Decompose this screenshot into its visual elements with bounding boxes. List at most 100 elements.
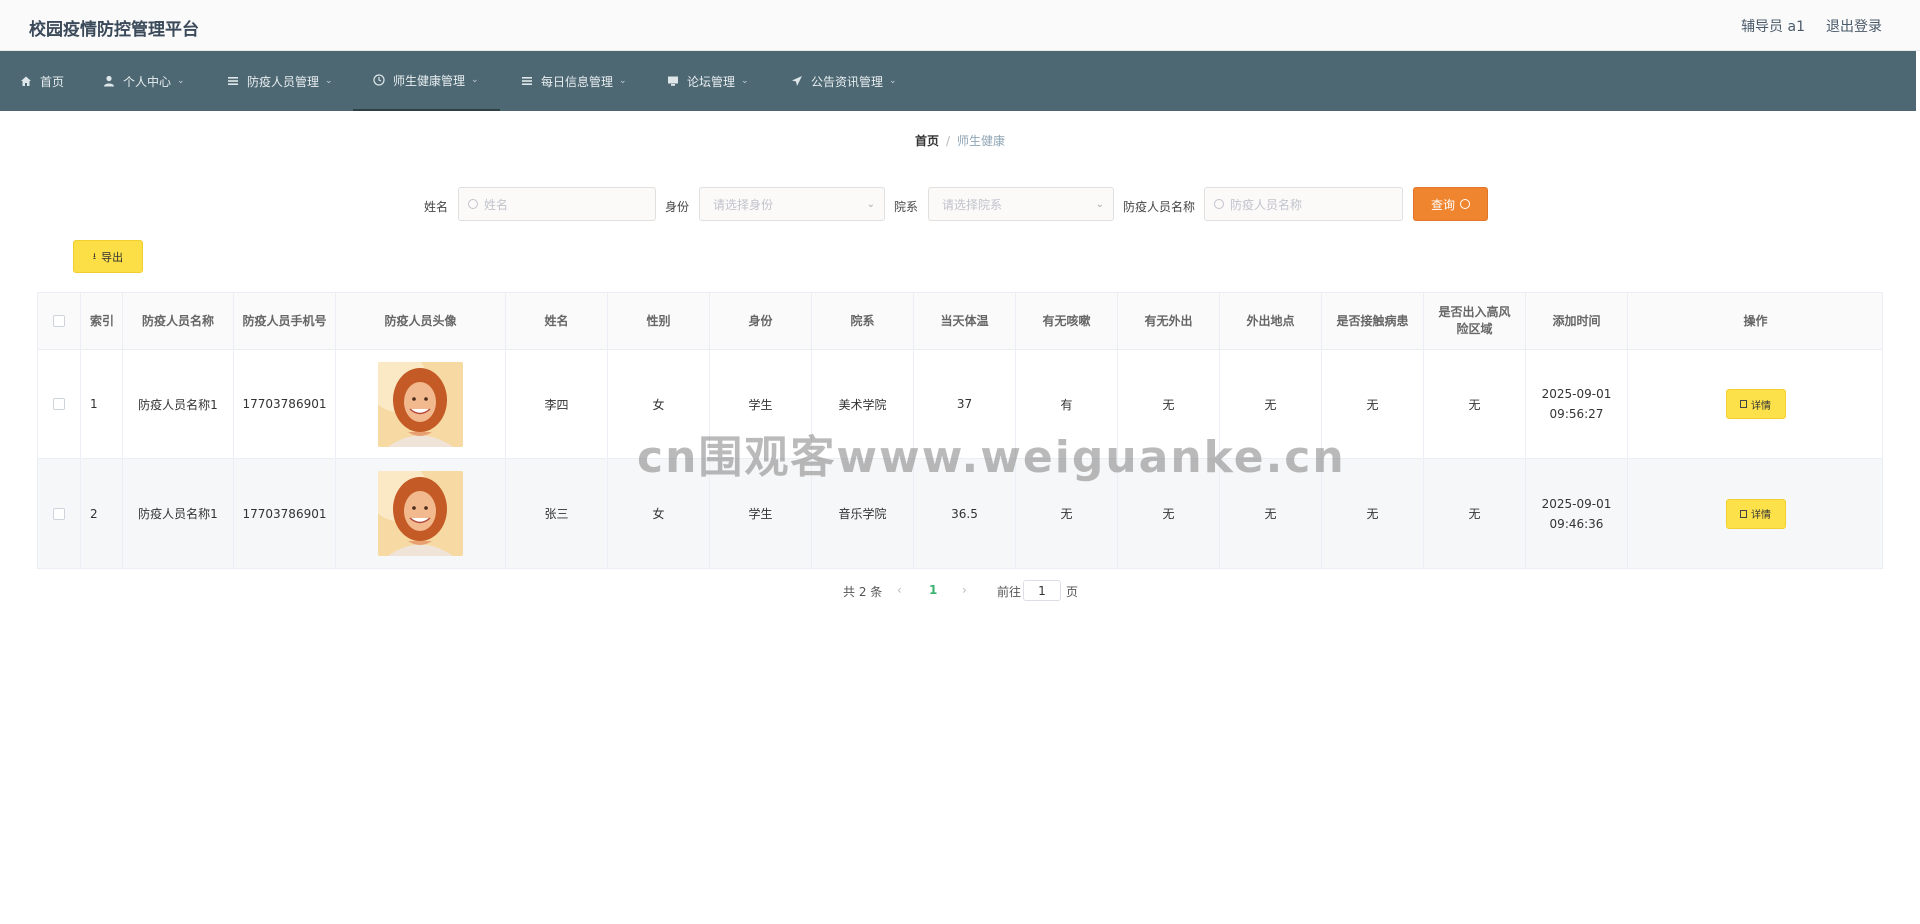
staff-name-label: 防疫人员名称 bbox=[1123, 200, 1196, 214]
nav-item-home[interactable]: 首页 bbox=[20, 51, 64, 111]
chevron-down-icon: ⌄ bbox=[471, 75, 479, 85]
nav-item-label: 个人中心 bbox=[123, 74, 172, 89]
column-header: 姓名 bbox=[506, 293, 608, 349]
staff-phone-cell: 17703786901 bbox=[234, 350, 336, 458]
breadcrumb-separator: / bbox=[945, 134, 951, 148]
chevron-down-icon: ⌄ bbox=[325, 76, 333, 86]
identity-select[interactable]: 请选择身份 ⌄ bbox=[699, 187, 885, 221]
query-button[interactable]: 查询 bbox=[1413, 187, 1488, 221]
select-all-checkbox[interactable] bbox=[53, 315, 65, 327]
top-header: 校园疫情防控管理平台 辅导员 a1 退出登录 bbox=[0, 0, 1920, 51]
name-cell: 李四 bbox=[506, 350, 608, 458]
document-icon bbox=[1740, 509, 1747, 518]
column-header: 防疫人员名称 bbox=[123, 293, 234, 349]
index-cell: 2 bbox=[81, 459, 123, 568]
chevron-down-icon: ⌄ bbox=[741, 76, 749, 86]
table-header-row: 索引 防疫人员名称 防疫人员手机号 防疫人员头像 姓名 性别 身份 院系 当天体… bbox=[38, 293, 1882, 350]
search-icon bbox=[1460, 199, 1470, 209]
college-select[interactable]: 请选择院系 ⌄ bbox=[928, 187, 1114, 221]
column-header: 有无咳嗽 bbox=[1016, 293, 1118, 349]
name-search-input[interactable]: 姓名 bbox=[458, 187, 656, 221]
current-user: 辅导员 a1 bbox=[1741, 19, 1805, 35]
search-icon bbox=[468, 199, 478, 209]
column-header: 身份 bbox=[710, 293, 812, 349]
pagination-total: 共 2 条 bbox=[843, 585, 883, 599]
prev-page-icon[interactable]: ‹ bbox=[897, 583, 902, 597]
breadcrumb: 首页 / 师生健康 bbox=[0, 132, 1920, 149]
row-checkbox[interactable] bbox=[53, 398, 65, 410]
detail-button-label: 详情 bbox=[1751, 510, 1771, 521]
chevron-down-icon: ⌄ bbox=[619, 76, 627, 86]
list-icon bbox=[227, 75, 239, 87]
next-page-icon[interactable]: › bbox=[962, 583, 967, 597]
nav-item-label: 首页 bbox=[40, 74, 65, 89]
export-button-label: 导出 bbox=[101, 250, 124, 264]
nav-item-daily[interactable]: 每日信息管理 ⌄ bbox=[521, 51, 627, 111]
row-checkbox[interactable] bbox=[53, 507, 65, 520]
staff-avatar-image[interactable] bbox=[378, 471, 463, 556]
logout-link[interactable]: 退出登录 bbox=[1826, 16, 1882, 36]
nav-item-staff[interactable]: 防疫人员管理 ⌄ bbox=[227, 51, 333, 111]
high-risk-cell: 无 bbox=[1424, 459, 1526, 568]
column-header: 添加时间 bbox=[1526, 293, 1628, 349]
column-header: 外出地点 bbox=[1220, 293, 1322, 349]
column-header: 操作 bbox=[1743, 313, 1768, 328]
column-header: 有无外出 bbox=[1118, 293, 1220, 349]
staff-name-cell: 防疫人员名称1 bbox=[123, 350, 234, 458]
send-icon bbox=[791, 75, 803, 87]
detail-button[interactable]: 详情 bbox=[1725, 498, 1786, 529]
nav-item-announcement[interactable]: 公告资讯管理 ⌄ bbox=[791, 51, 897, 111]
action-cell: 详情 bbox=[1628, 459, 1883, 568]
home-icon bbox=[20, 75, 32, 87]
column-header: 院系 bbox=[812, 293, 914, 349]
export-button[interactable]: ⭳ 导出 bbox=[73, 240, 143, 273]
staff-avatar-image[interactable] bbox=[378, 361, 463, 447]
user-icon bbox=[103, 75, 115, 87]
chevron-down-icon: ⌄ bbox=[177, 76, 185, 86]
staff-avatar-cell bbox=[336, 350, 506, 458]
column-header: 防疫人员手机号 bbox=[234, 293, 336, 349]
column-header: 防疫人员头像 bbox=[336, 293, 506, 349]
chevron-down-icon: ⌄ bbox=[1095, 199, 1104, 210]
row-select-cell bbox=[38, 350, 81, 458]
query-button-label: 查询 bbox=[1430, 197, 1455, 212]
index-cell: 1 bbox=[81, 350, 123, 458]
nav-item-health[interactable]: 师生健康管理 ⌄ bbox=[353, 51, 500, 111]
action-cell: 详情 bbox=[1628, 350, 1883, 458]
list-icon bbox=[521, 75, 533, 87]
download-icon: ⭳ bbox=[92, 251, 97, 262]
breadcrumb-current: 师生健康 bbox=[957, 134, 1006, 148]
staff-name-search-input[interactable]: 防疫人员名称 bbox=[1204, 187, 1403, 221]
staff-name-cell: 防疫人员名称1 bbox=[123, 459, 234, 568]
watermark: cn围观客www.weiguanke.cn bbox=[637, 432, 1346, 483]
column-header: 性别 bbox=[608, 293, 710, 349]
main-nav: 首页 个人中心 ⌄ 防疫人员管理 ⌄ 师生健康管理 ⌄ 每日信息管理 ⌄ 论坛管… bbox=[0, 51, 1916, 111]
identity-placeholder: 请选择身份 bbox=[713, 197, 774, 212]
current-page-number[interactable]: 1 bbox=[929, 583, 937, 597]
college-placeholder: 请选择院系 bbox=[942, 197, 1003, 212]
column-header: 索引 bbox=[81, 293, 123, 349]
name-placeholder: 姓名 bbox=[484, 197, 509, 212]
page-unit-label: 页 bbox=[1066, 585, 1079, 599]
document-icon bbox=[1740, 400, 1747, 408]
nav-item-forum[interactable]: 论坛管理 ⌄ bbox=[667, 51, 749, 111]
nav-item-profile[interactable]: 个人中心 ⌄ bbox=[103, 51, 185, 111]
added-time-cell: 2025-09-01 09:46:36 bbox=[1526, 459, 1628, 568]
column-header: 是否接触病患 bbox=[1322, 293, 1424, 349]
added-time-cell: 2025-09-01 09:56:27 bbox=[1526, 350, 1628, 458]
chevron-down-icon: ⌄ bbox=[889, 76, 897, 86]
detail-button[interactable]: 详情 bbox=[1725, 389, 1786, 419]
monitor-icon bbox=[667, 75, 679, 87]
clock-icon bbox=[373, 74, 385, 86]
nav-item-label: 公告资讯管理 bbox=[811, 74, 884, 89]
pagination: 共 2 条 ‹ 1 › 前往 1 页 bbox=[0, 580, 1920, 601]
identity-label: 身份 bbox=[665, 200, 690, 214]
goto-page-input[interactable]: 1 bbox=[1023, 580, 1061, 601]
nav-item-label: 每日信息管理 bbox=[541, 74, 614, 89]
app-title: 校园疫情防控管理平台 bbox=[29, 20, 199, 40]
nav-item-label: 论坛管理 bbox=[687, 74, 736, 89]
breadcrumb-home[interactable]: 首页 bbox=[915, 134, 939, 148]
detail-button-label: 详情 bbox=[1751, 400, 1771, 412]
high-risk-cell: 无 bbox=[1424, 350, 1526, 458]
chevron-down-icon: ⌄ bbox=[866, 199, 875, 210]
